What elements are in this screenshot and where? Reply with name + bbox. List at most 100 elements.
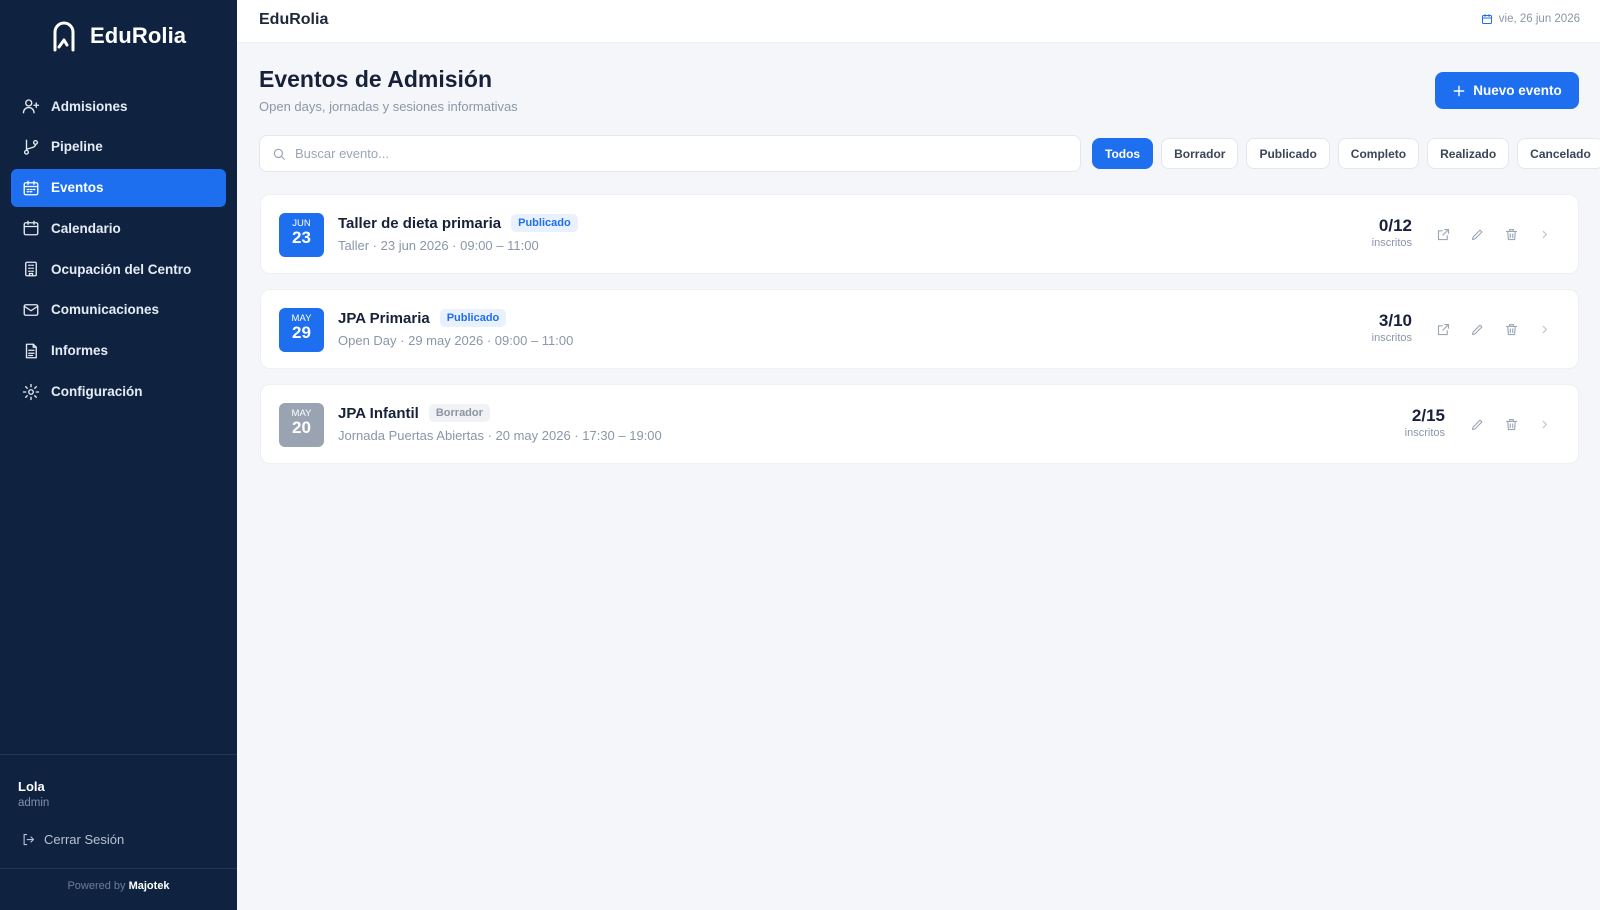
event-day: 23 bbox=[292, 228, 311, 247]
chevron-right-icon bbox=[1542, 420, 1547, 428]
sidebar-item-label: Informes bbox=[51, 343, 109, 359]
event-title-row: JPA Infantil Borrador bbox=[338, 404, 490, 422]
external-link-icon bbox=[1437, 323, 1449, 335]
filter-publicado[interactable]: Publicado bbox=[1246, 138, 1330, 169]
edit-button[interactable] bbox=[1468, 415, 1486, 433]
event-card[interactable]: MAY 20 JPA Infantil Borrador Jornada Pue… bbox=[260, 384, 1579, 464]
brand-logo-icon bbox=[53, 21, 75, 52]
enrolled-count-value: 2/15 bbox=[1411, 406, 1445, 425]
event-meta: Jornada Puertas Abiertas · 20 may 2026 ·… bbox=[338, 428, 662, 443]
powered-brand[interactable]: Majotek bbox=[129, 880, 170, 892]
trash-icon bbox=[1505, 418, 1517, 430]
open-external-button[interactable] bbox=[1434, 225, 1452, 243]
event-date-badge: MAY 29 bbox=[279, 308, 324, 352]
event-title: Taller de dieta primaria bbox=[338, 214, 502, 232]
trash-icon bbox=[1505, 228, 1517, 240]
sidebar-item-label: Eventos bbox=[51, 180, 104, 196]
sidebar: EduRolia Admisiones Pipeline Eventos Cal… bbox=[0, 0, 237, 910]
topbar: EduRolia vie, 26 jun 2026 bbox=[237, 0, 1600, 43]
topbar-title: EduRolia bbox=[259, 11, 329, 28]
edit-button[interactable] bbox=[1468, 320, 1486, 338]
enrolled-count-value: 0/12 bbox=[1378, 216, 1412, 235]
user-info: Lola admin bbox=[18, 779, 49, 809]
filter-realizado[interactable]: Realizado bbox=[1427, 138, 1510, 169]
sidebar-item-label: Calendario bbox=[51, 220, 121, 236]
sidebar-item-configuracion[interactable]: Configuración bbox=[11, 373, 226, 411]
open-details-button[interactable] bbox=[1535, 225, 1553, 243]
event-meta: Taller · 23 jun 2026 · 09:00 – 11:00 bbox=[338, 238, 539, 253]
sidebar-item-label: Comunicaciones bbox=[51, 302, 160, 318]
pencil-icon bbox=[1471, 324, 1482, 335]
mail-icon bbox=[22, 301, 40, 319]
sidebar-divider bbox=[0, 754, 237, 755]
event-title-row: JPA Primaria Publicado bbox=[338, 309, 507, 327]
enrolled-count: 2/15 inscritos bbox=[1405, 406, 1445, 439]
logout-icon bbox=[23, 833, 35, 846]
plus-icon bbox=[1453, 85, 1465, 96]
sidebar-item-admisiones[interactable]: Admisiones bbox=[11, 87, 226, 125]
event-card[interactable]: JUN 23 Taller de dieta primaria Publicad… bbox=[260, 194, 1579, 274]
sidebar-item-informes[interactable]: Informes bbox=[11, 332, 226, 370]
delete-button[interactable] bbox=[1502, 320, 1520, 338]
filter-borrador[interactable]: Borrador bbox=[1161, 138, 1239, 169]
enrolled-count: 3/10 inscritos bbox=[1372, 311, 1412, 344]
sidebar-divider bbox=[0, 868, 237, 869]
sidebar-item-comunicaciones[interactable]: Comunicaciones bbox=[11, 291, 226, 329]
new-event-button[interactable]: Nuevo evento bbox=[1435, 72, 1579, 109]
open-details-button[interactable] bbox=[1535, 320, 1553, 338]
enrolled-count: 0/12 inscritos bbox=[1372, 216, 1412, 249]
open-external-button[interactable] bbox=[1434, 320, 1452, 338]
brand-name: EduRolia bbox=[90, 23, 187, 48]
git-branch-icon bbox=[22, 138, 40, 156]
logout-button[interactable]: Cerrar Sesión bbox=[21, 832, 124, 847]
enrolled-count-label: inscritos bbox=[1404, 427, 1445, 439]
page-subtitle: Open days, jornadas y sesiones informati… bbox=[259, 99, 518, 114]
filter-cancelado[interactable]: Cancelado bbox=[1517, 138, 1600, 169]
delete-button[interactable] bbox=[1502, 415, 1520, 433]
building-icon bbox=[22, 260, 40, 278]
filter-todos[interactable]: Todos bbox=[1092, 138, 1154, 169]
brand[interactable]: EduRolia bbox=[50, 16, 186, 56]
filter-completo[interactable]: Completo bbox=[1337, 138, 1420, 169]
event-date-badge: MAY 20 bbox=[279, 403, 324, 447]
sidebar-item-eventos[interactable]: Eventos bbox=[11, 168, 226, 207]
user-role: admin bbox=[18, 797, 50, 809]
status-badge: Publicado bbox=[511, 214, 578, 232]
sidebar-item-label: Admisiones bbox=[51, 98, 128, 114]
chevron-right-icon bbox=[1542, 230, 1547, 238]
pencil-icon bbox=[1471, 229, 1482, 240]
status-badge: Borrador bbox=[428, 404, 490, 422]
powered-by: Powered by Majotek bbox=[0, 880, 237, 892]
status-filters: Todos Borrador Publicado Completo Realiz… bbox=[1092, 138, 1600, 169]
event-date-badge: JUN 23 bbox=[279, 213, 324, 257]
current-date-text: vie, 26 jun 2026 bbox=[1498, 13, 1580, 25]
calendar-icon bbox=[22, 179, 40, 197]
powered-prefix: Powered by bbox=[67, 880, 126, 892]
calendar-icon bbox=[1481, 14, 1492, 24]
sidebar-item-label: Configuración bbox=[51, 384, 143, 400]
status-badge: Publicado bbox=[439, 309, 507, 327]
sidebar-nav: Admisiones Pipeline Eventos Calendario O… bbox=[11, 87, 226, 413]
user-plus-icon bbox=[22, 97, 40, 115]
user-name: Lola bbox=[18, 779, 45, 794]
event-title-row: Taller de dieta primaria Publicado bbox=[338, 214, 578, 232]
sidebar-item-pipeline[interactable]: Pipeline bbox=[11, 128, 226, 166]
event-card[interactable]: MAY 29 JPA Primaria Publicado Open Day ·… bbox=[260, 289, 1579, 369]
new-event-label: Nuevo evento bbox=[1473, 83, 1562, 98]
search-box[interactable] bbox=[259, 135, 1081, 172]
open-details-button[interactable] bbox=[1535, 415, 1553, 433]
sidebar-item-label: Ocupación del Centro bbox=[51, 261, 192, 277]
delete-button[interactable] bbox=[1502, 225, 1520, 243]
chevron-right-icon bbox=[1542, 325, 1547, 333]
sidebar-item-label: Pipeline bbox=[51, 139, 103, 155]
event-day: 29 bbox=[292, 323, 311, 342]
edit-button[interactable] bbox=[1468, 225, 1486, 243]
calendar-icon bbox=[22, 219, 40, 237]
sidebar-item-ocupacion[interactable]: Ocupación del Centro bbox=[11, 250, 226, 288]
gear-icon bbox=[22, 383, 40, 401]
current-date: vie, 26 jun 2026 bbox=[1481, 13, 1580, 25]
event-title: JPA Primaria bbox=[338, 309, 430, 327]
search-input[interactable] bbox=[295, 146, 1055, 161]
logout-label: Cerrar Sesión bbox=[44, 832, 125, 847]
sidebar-item-calendario[interactable]: Calendario bbox=[11, 209, 226, 247]
